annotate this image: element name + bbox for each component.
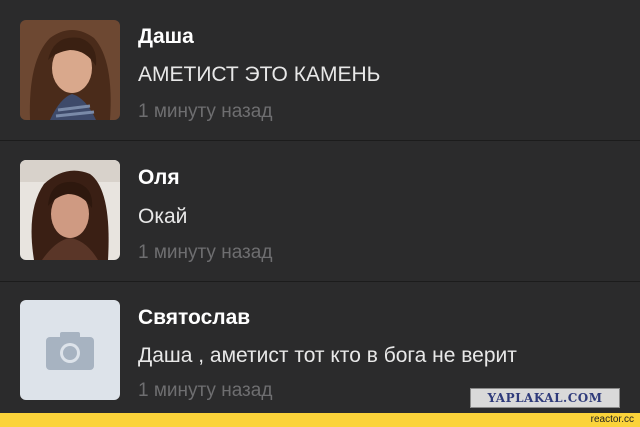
timestamp: 1 минуту назад bbox=[138, 101, 273, 122]
message-list: Даша АМЕТИСТ ЭТО КАМЕНЬ 1 минуту назад О… bbox=[0, 0, 640, 413]
contact-name: Святослав bbox=[138, 306, 251, 329]
avatar-placeholder[interactable] bbox=[20, 300, 120, 400]
footer-bar: reactor.cc bbox=[0, 413, 640, 427]
timestamp: 1 минуту назад bbox=[138, 380, 273, 401]
message-preview: Окай bbox=[138, 205, 188, 228]
watermark: YAPLAKAL.COM bbox=[470, 388, 620, 408]
footer-domain[interactable]: reactor.cc bbox=[591, 413, 634, 427]
contact-name: Даша bbox=[138, 25, 194, 48]
avatar[interactable] bbox=[20, 20, 120, 120]
message-preview: АМЕТИСТ ЭТО КАМЕНЬ bbox=[138, 63, 381, 86]
avatar[interactable] bbox=[20, 160, 120, 260]
contact-name: Оля bbox=[138, 166, 180, 189]
message-preview: Даша , аметист тот кто в бога не верит bbox=[138, 344, 517, 367]
timestamp: 1 минуту назад bbox=[138, 242, 273, 263]
camera-icon bbox=[20, 300, 120, 400]
